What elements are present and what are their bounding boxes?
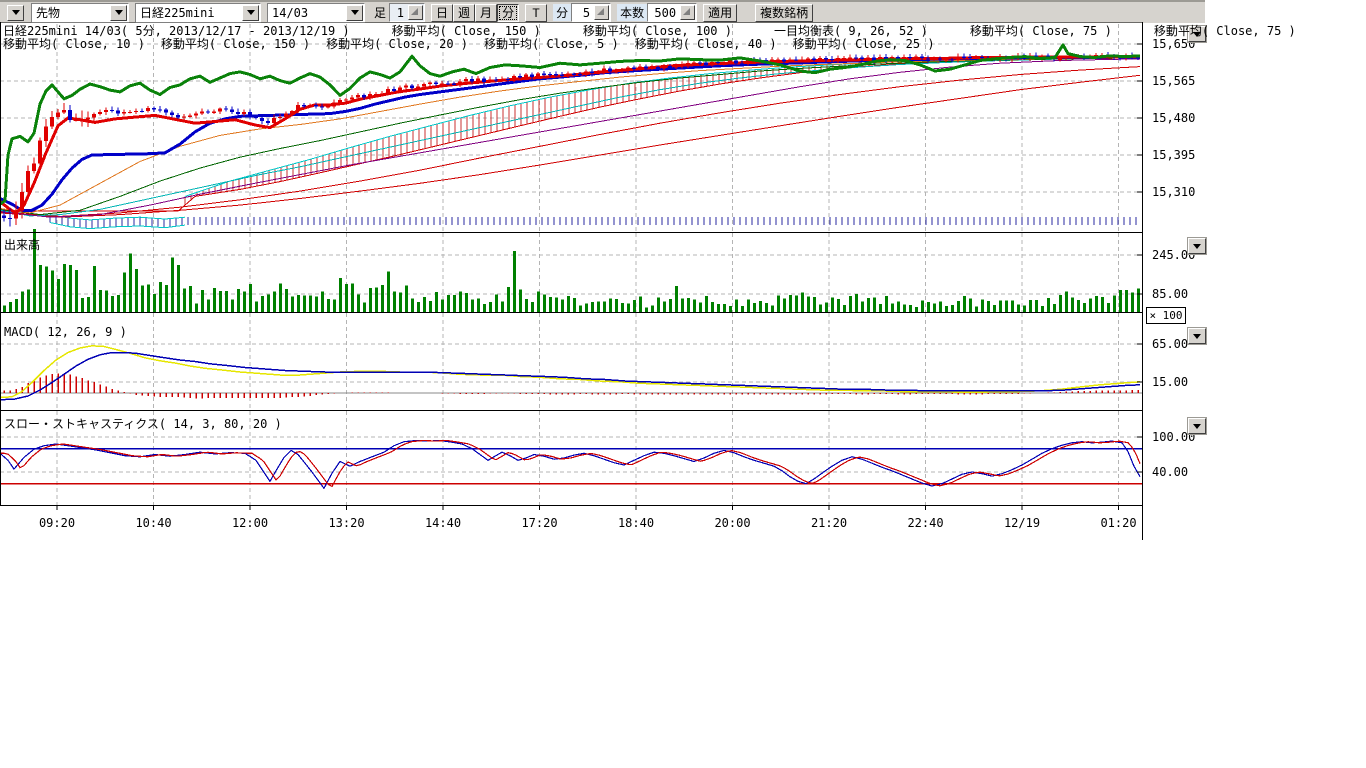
trading-chart-window: 先物 日経225mini 14/03 足 1 日 週 月 分 T 分 5 [0, 0, 1366, 768]
contract-month-select[interactable]: 14/03 [267, 3, 365, 23]
chevron-down-icon [242, 5, 259, 21]
macd-tick-label: 65.00 [1152, 337, 1188, 351]
svg-text:22:40: 22:40 [907, 516, 943, 530]
svg-text:12/19: 12/19 [1004, 516, 1040, 530]
chevron-down-icon [12, 10, 20, 15]
period-minute-button[interactable]: 分 [497, 4, 519, 22]
macd-pane-label: MACD( 12, 26, 9 ) [4, 325, 127, 339]
spinner-icon[interactable] [680, 5, 695, 20]
market-select[interactable]: 先物 [31, 3, 129, 23]
macd-tick-label: 15.00 [1152, 375, 1188, 389]
bar-type-label: 足 [371, 4, 389, 21]
stochastics-pane-label: スロー・ストキャスティクス( 14, 3, 80, 20 ) [4, 415, 282, 432]
market-select-value: 先物 [32, 4, 109, 21]
symbol-select[interactable]: 日経225mini [135, 3, 261, 23]
svg-text:09:20: 09:20 [39, 516, 75, 530]
bar-interval-stepper[interactable]: 1 [389, 3, 425, 22]
price-tick-label: 15,565 [1152, 74, 1195, 88]
svg-text:12:00: 12:00 [232, 516, 268, 530]
chevron-down-icon [1193, 244, 1201, 249]
bar-count-stepper[interactable]: 500 [647, 3, 697, 22]
stoch-tick-label: 40.00 [1152, 465, 1188, 479]
minute-label: 分 [553, 4, 571, 21]
price-tick-label: 15,395 [1152, 148, 1195, 162]
chart-menu-dropdown-button[interactable] [7, 5, 24, 21]
apply-button[interactable]: 適用 [703, 4, 737, 22]
period-tick-button[interactable]: T [525, 4, 547, 22]
bar-count-value: 500 [648, 6, 679, 20]
chart-svg: 09:20 10:40 12:00 13:20 14:40 17:20 18:40 20:00… [0, 22, 1143, 540]
bar-count-label: 本数 [617, 4, 647, 21]
period-month-button[interactable]: 月 [475, 4, 497, 22]
svg-text:17:20: 17:20 [521, 516, 557, 530]
volume-pane-label: 出来高 [4, 236, 40, 253]
minute-count-stepper[interactable]: 5 [571, 3, 611, 22]
symbol-select-value: 日経225mini [136, 4, 241, 21]
chevron-down-icon [1193, 32, 1201, 37]
main-pane-scale-dropdown[interactable] [1188, 26, 1206, 42]
svg-text:18:40: 18:40 [618, 516, 654, 530]
contract-month-value: 14/03 [268, 6, 345, 20]
stoch-pane-scale-dropdown[interactable] [1188, 418, 1206, 434]
multi-symbol-button[interactable]: 複数銘柄 [755, 4, 813, 22]
volume-pane-scale-dropdown[interactable] [1188, 238, 1206, 254]
macd-pane-scale-dropdown[interactable] [1188, 328, 1206, 344]
chevron-down-icon [110, 5, 127, 21]
chevron-down-icon [346, 5, 363, 21]
svg-text:10:40: 10:40 [135, 516, 171, 530]
minute-count-value: 5 [572, 6, 593, 20]
volume-tick-label: 85.00 [1152, 287, 1188, 301]
toolbar: 先物 日経225mini 14/03 足 1 日 週 月 分 T 分 5 [0, 0, 1205, 23]
period-day-button[interactable]: 日 [431, 4, 453, 22]
svg-text:13:20: 13:20 [328, 516, 364, 530]
spinner-icon[interactable] [408, 5, 423, 20]
price-tick-label: 15,310 [1152, 185, 1195, 199]
chevron-down-icon [1193, 334, 1201, 339]
svg-text:14:40: 14:40 [425, 516, 461, 530]
svg-text:01:20: 01:20 [1100, 516, 1136, 530]
svg-text:21:20: 21:20 [811, 516, 847, 530]
chevron-down-icon [1193, 424, 1201, 429]
period-week-button[interactable]: 週 [453, 4, 475, 22]
spinner-icon[interactable] [594, 5, 609, 20]
volume-multiplier-badge: × 100 [1146, 307, 1186, 324]
bar-interval-value: 1 [390, 6, 407, 20]
price-tick-label: 15,480 [1152, 111, 1195, 125]
svg-text:20:00: 20:00 [714, 516, 750, 530]
chart-plot-area: 09:20 10:40 12:00 13:20 14:40 17:20 18:40 20:00… [0, 22, 1143, 540]
